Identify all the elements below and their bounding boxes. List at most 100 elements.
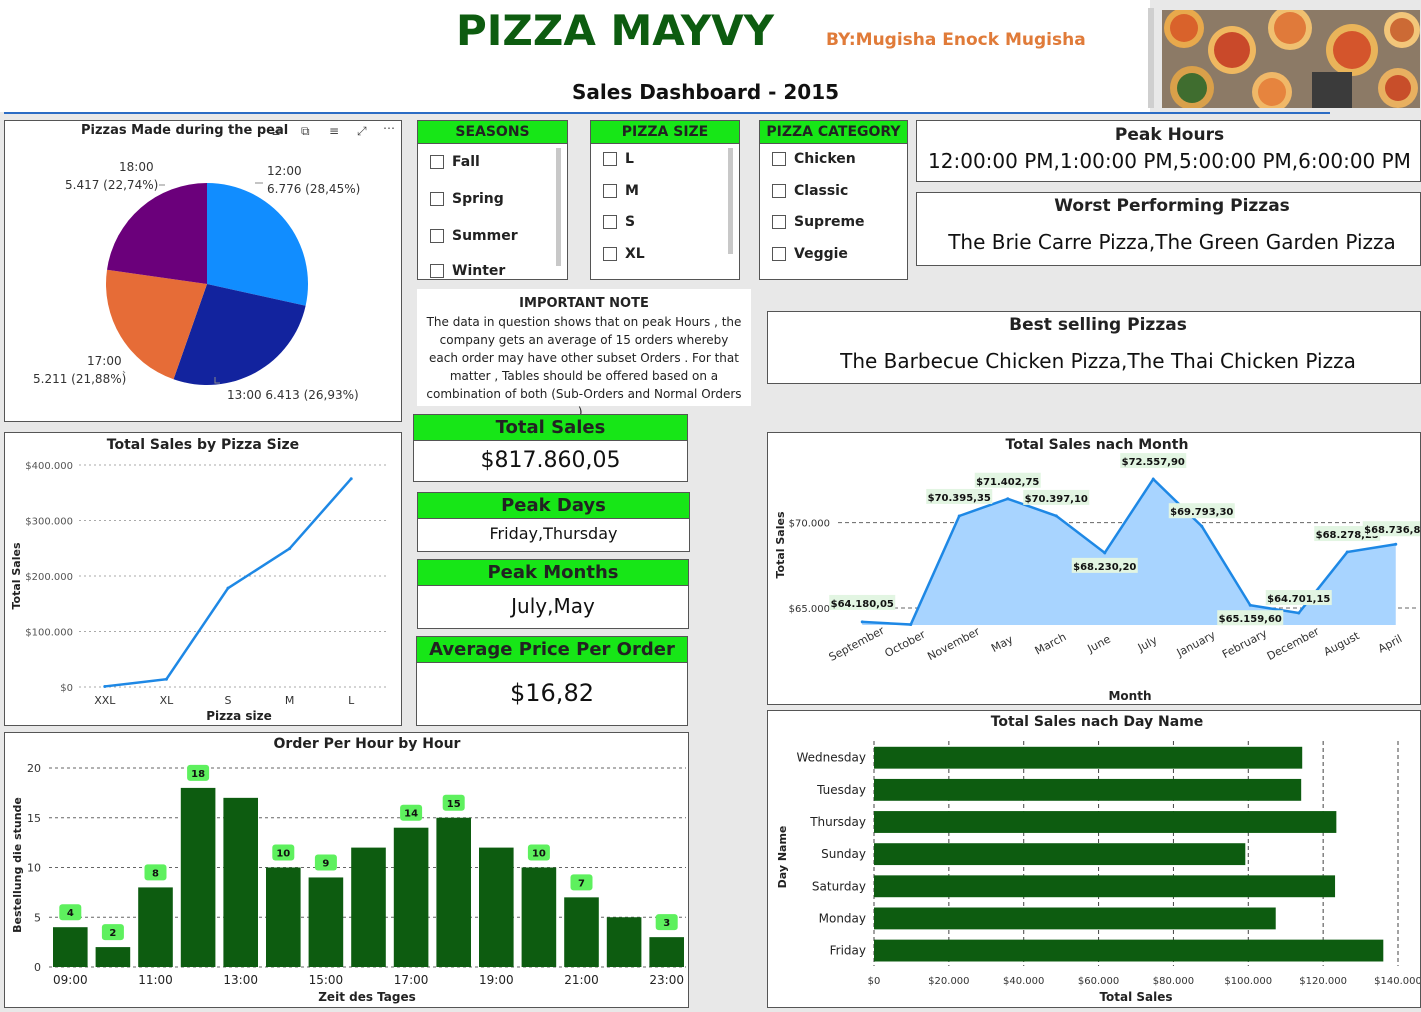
sales-by-month-chart[interactable]: Total Sales nach Month $65.000 $70.000 $64.… [768,433,1420,704]
checkbox[interactable] [603,215,617,229]
x-tick-label: 19:00 [479,973,514,987]
checkbox[interactable] [603,184,617,198]
checkbox[interactable] [603,152,617,166]
slicer-item-s[interactable]: S [603,214,635,230]
pie-label-category: 18:00 [119,160,154,174]
hour-bar [521,867,557,967]
y-tick-label: Monday [819,911,866,925]
checkbox[interactable] [430,264,444,278]
orders-per-hour-chart[interactable]: Order Per Hour by Hour 0 5 10 15 20 4 09:00 2 8 11… [5,733,688,1007]
hour-bar [266,867,301,967]
slicer-item-summer[interactable]: Summer [430,228,518,244]
pizza-photo [1162,10,1420,108]
hour-bar [351,847,386,967]
pie-chart-panel[interactable]: Pizzas Made during the peal ⊿ ⧉ ≡ ⤢ ⋯ 12… [4,120,402,422]
month-point [1297,611,1301,615]
y-tick-label: 5 [34,911,41,924]
slicer-scrollbar[interactable] [556,148,561,266]
hour-bar [53,927,88,967]
y-tick-label: $100.000 [25,628,73,639]
checkbox[interactable] [430,192,444,206]
pie-chart[interactable]: 12:00 6.776 (28,45%) 13:00 6.413 (26,93%) 1… [5,121,401,421]
sales-by-size-panel[interactable]: Total Sales by Pizza Size $0 $100.000 $200.… [4,432,402,726]
y-tick-label: $65.000 [789,604,830,615]
x-tick-label: $80.000 [1153,976,1194,987]
checkbox[interactable] [603,247,617,261]
slicer-item-classic[interactable]: Classic [772,183,848,199]
x-tick-label: $140.000 [1374,976,1420,987]
dashboard-title: PIZZA MAYVY [456,6,775,55]
slicer-item-veggie[interactable]: Veggie [772,246,848,262]
pizza-photo-illustration [1162,10,1420,108]
day-bar [874,939,1384,962]
checkbox[interactable] [772,247,786,261]
checkbox[interactable] [430,229,444,243]
x-axis-title: Total Sales [1099,990,1172,1004]
x-tick-label: 17:00 [394,973,429,987]
checkbox[interactable] [772,184,786,198]
total-sales-value: $817.860,05 [413,441,688,482]
slicer-item-label: Fall [452,154,480,170]
x-tick-label: November [925,625,982,664]
checkbox[interactable] [772,152,786,166]
slicer-item-l[interactable]: L [603,151,634,167]
peak-days-kpi: Peak Days Friday,Thursday [417,492,690,552]
month-point [957,514,961,518]
hour-bar [564,897,599,967]
slicer-item-xl[interactable]: XL [603,246,645,262]
slicer-item-label: L [625,151,634,167]
x-tick-label: August [1322,629,1363,659]
day-bar [874,875,1336,898]
hour-bar [95,947,131,967]
data-label: $72.557,90 [1122,457,1185,468]
sales-by-size-chart[interactable]: Total Sales by Pizza Size $0 $100.000 $200.… [5,433,401,725]
peak-months-kpi: Peak Months July,May [417,559,689,629]
peak-hours-value: 12:00:00 PM,1:00:00 PM,5:00:00 PM,6:00:0… [928,149,1411,173]
x-tick-label: S [225,694,232,707]
worst-pizzas-title: Worst Performing Pizzas [1054,196,1290,216]
slicer-item-chicken[interactable]: Chicken [772,151,856,167]
pie-label-value: 6.776 (28,45%) [267,182,360,196]
hour-bar [649,937,684,967]
note-title: IMPORTANT NOTE [519,296,649,311]
data-label: 14 [404,809,418,820]
chart-title: Total Sales nach Day Name [991,714,1204,730]
slicer-item-m[interactable]: M [603,183,639,199]
sales-by-day-panel[interactable]: Total Sales nach Day Name $0 $20.000 $40.00… [767,710,1421,1008]
pizza-category-slicer[interactable]: PIZZA CATEGORY Chicken Classic Supreme V… [759,120,908,280]
y-tick-label: $0 [60,683,73,694]
x-tick-label: February [1220,627,1270,662]
checkbox[interactable] [772,215,786,229]
pizza-size-slicer[interactable]: PIZZA SIZE L M S XL [590,120,740,280]
data-label: $70.397,10 [1025,494,1088,505]
slicer-item-fall[interactable]: Fall [430,154,480,170]
hour-bar [479,847,514,967]
x-tick-label: M [285,694,295,707]
y-tick-label: Saturday [812,879,866,893]
sales-by-day-chart[interactable]: Total Sales nach Day Name $0 $20.000 $40.00… [768,711,1420,1007]
checkbox[interactable] [430,155,444,169]
seasons-slicer[interactable]: SEASONS Fall Spring Summer Winter [417,120,568,280]
sales-by-month-panel[interactable]: Total Sales nach Month $65.000 $70.000 $64.… [767,432,1421,705]
y-tick-label: Wednesday [797,751,866,765]
slicer-item-spring[interactable]: Spring [430,191,504,207]
hour-bar [606,917,642,967]
x-tick-label: 21:00 [564,973,599,987]
x-tick-label: October [883,628,928,660]
header-separator [1148,8,1154,108]
month-point [909,623,913,627]
peak-hours-card: Peak Hours 12:00:00 PM,1:00:00 PM,5:00:0… [916,120,1421,182]
slicer-scrollbar[interactable] [728,148,733,254]
month-point [1103,551,1107,555]
peak-months-title: Peak Months [417,559,689,586]
slicer-item-supreme[interactable]: Supreme [772,214,865,230]
month-point [1345,550,1349,554]
orders-per-hour-panel[interactable]: Order Per Hour by Hour 0 5 10 15 20 4 09:00 2 8 11… [4,732,689,1008]
best-pizzas-card: Best selling Pizzas The Barbecue Chicken… [767,311,1421,384]
x-tick-label: L [348,694,355,707]
data-label: $65.159,60 [1219,614,1282,625]
size-point [349,477,353,481]
peak-days-title: Peak Days [417,492,690,519]
header-bar: PIZZA MAYVY BY:Mugisha Enock Mugisha Sal… [0,0,1150,112]
slicer-item-winter[interactable]: Winter [430,263,505,279]
